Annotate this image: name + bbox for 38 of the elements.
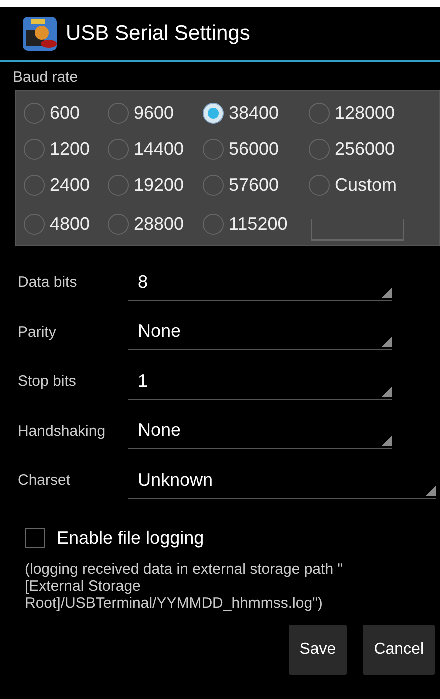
- setting-label: Parity: [17, 324, 58, 341]
- corner-arrow-icon: [426, 486, 436, 496]
- radio-option[interactable]: 4800: [24, 203, 108, 245]
- radio-option[interactable]: 14400: [108, 131, 203, 167]
- corner-arrow-icon: [382, 386, 392, 397]
- custom-baud-field[interactable]: [311, 219, 404, 241]
- dropdown[interactable]: 8: [128, 264, 392, 301]
- radio-option[interactable]: 9600: [108, 95, 203, 131]
- dialog-button[interactable]: Cancel: [363, 624, 435, 674]
- corner-arrow-icon: [382, 337, 392, 348]
- radio-option[interactable]: 128000: [309, 95, 439, 131]
- radio-option[interactable]: 600: [24, 95, 108, 131]
- radio-option[interactable]: 38400: [203, 95, 309, 131]
- radio-option[interactable]: 1200: [24, 131, 108, 167]
- dropdown[interactable]: None: [128, 413, 392, 450]
- dialog-button[interactable]: Save: [288, 624, 348, 674]
- radio-option[interactable]: 57600: [203, 167, 309, 203]
- setting-label: Data bits: [17, 274, 78, 292]
- setting-label: Stop bits: [17, 373, 78, 390]
- app-icon: [22, 16, 58, 52]
- section-label: Baud rate: [12, 68, 80, 88]
- hint-text: (logging received data in external storage path "[External Storage Root]/USBTerminal/YYMMDD_hhmmss.log"): [24, 560, 344, 612]
- radio-option[interactable]: 115200: [203, 203, 309, 245]
- dropdown[interactable]: None: [128, 314, 392, 350]
- dropdown[interactable]: Unknown: [128, 462, 436, 499]
- dropdown[interactable]: 1: [128, 364, 392, 400]
- radio-option[interactable]: 2400: [24, 167, 108, 203]
- setting-label: Charset: [17, 472, 72, 490]
- corner-arrow-icon: [382, 436, 392, 446]
- window-title: USB Serial Settings: [66, 22, 250, 46]
- setting-label: Handshaking: [17, 422, 107, 440]
- radio-option[interactable]: 28800: [108, 203, 203, 245]
- corner-arrow-icon: [382, 288, 392, 298]
- radio-option[interactable]: 19200: [108, 167, 203, 203]
- radio-option[interactable]: 256000: [309, 131, 439, 167]
- checkbox-row[interactable]: Enable file logging: [25, 528, 440, 548]
- radio-option[interactable]: Custom: [309, 167, 439, 203]
- radio-option[interactable]: 56000: [203, 131, 309, 167]
